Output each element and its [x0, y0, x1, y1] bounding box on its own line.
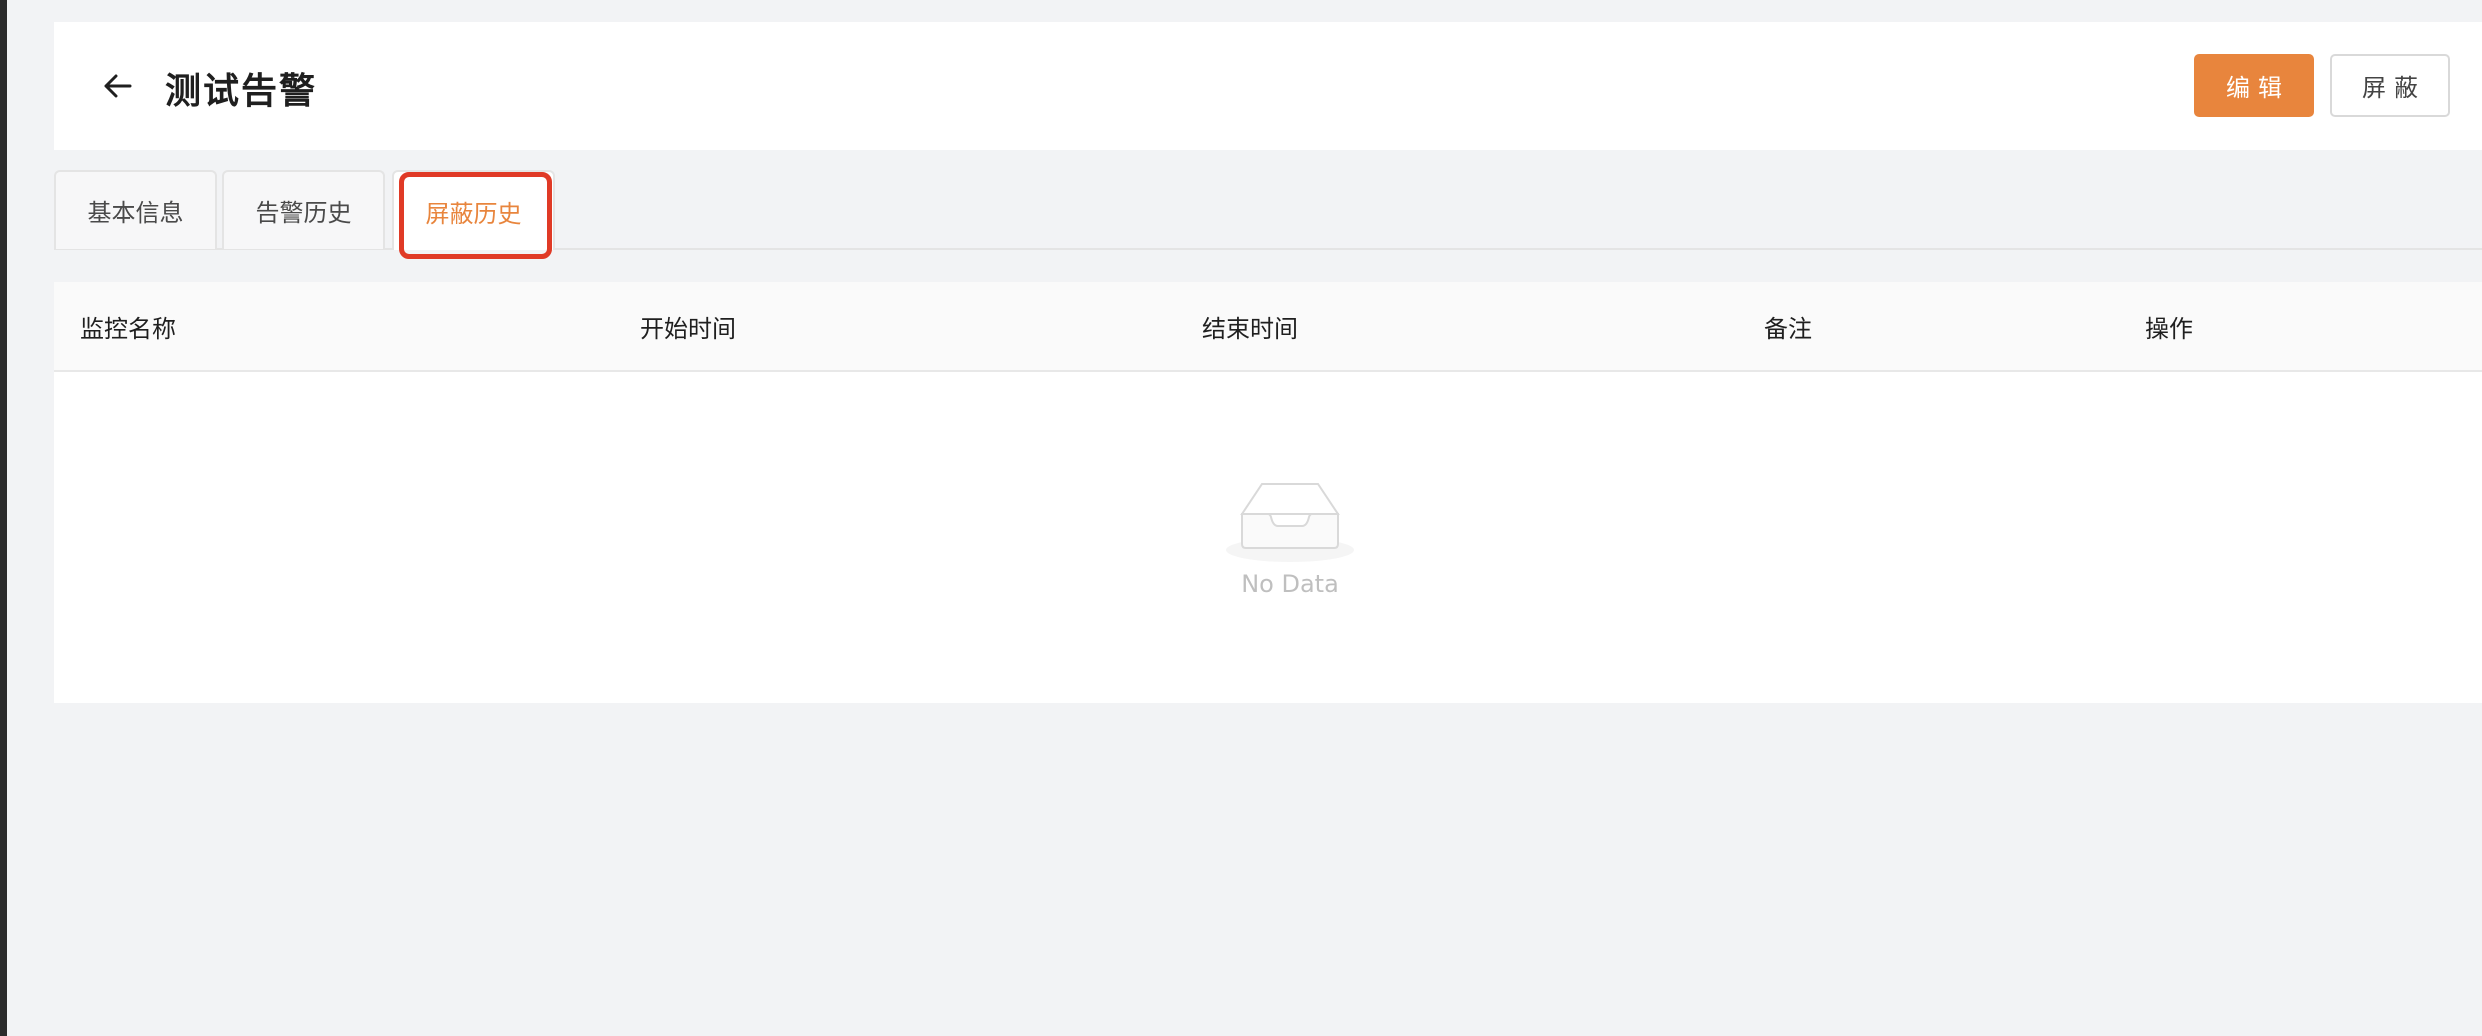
empty-state-text: No Data	[1241, 570, 1339, 598]
window-edge	[0, 0, 7, 1036]
column-header-monitor-name: 监控名称	[80, 314, 176, 343]
tab-basic-info[interactable]: 基本信息	[54, 170, 217, 249]
column-header-end-time: 结束时间	[1202, 314, 1298, 343]
page-title: 测试告警	[165, 71, 318, 112]
tab-mask-history[interactable]: 屏蔽历史	[392, 170, 555, 250]
column-header-start-time: 开始时间	[640, 314, 736, 343]
page-header	[54, 22, 2482, 150]
arrow-left-icon	[104, 74, 132, 98]
tab-alert-history[interactable]: 告警历史	[222, 170, 385, 249]
empty-inbox-icon	[1226, 483, 1354, 562]
mask-history-table: 监控名称 开始时间 结束时间 备注 操作 No Data	[54, 282, 2482, 703]
column-header-note: 备注	[1764, 314, 1812, 343]
edit-button[interactable]: 编辑	[2194, 54, 2314, 117]
back-button[interactable]	[98, 66, 138, 106]
mask-button[interactable]: 屏蔽	[2330, 54, 2450, 117]
table-header: 监控名称 开始时间 结束时间 备注 操作	[54, 282, 2482, 372]
column-header-action: 操作	[2145, 314, 2193, 343]
